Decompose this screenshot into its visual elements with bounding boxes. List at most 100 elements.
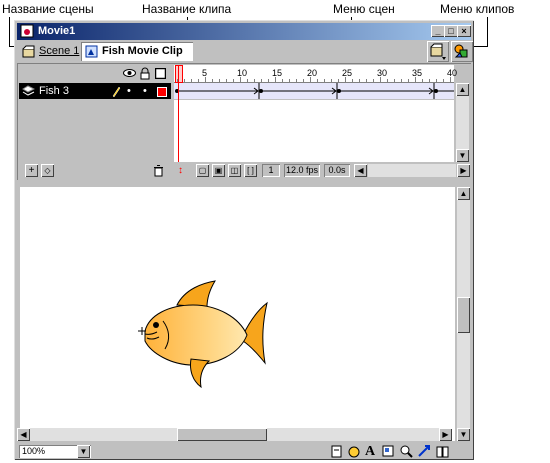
edit-multiple-button[interactable]: ◫ (228, 164, 241, 177)
layer-panel-footer: + ◇ (19, 163, 171, 179)
ruler-tick-label: 30 (377, 68, 388, 78)
ruler-tick-mark (324, 79, 325, 82)
ruler-tick-mark (387, 79, 388, 82)
stage-scroll-down[interactable]: ▼ (457, 428, 470, 441)
fill-panel-icon[interactable] (347, 444, 362, 459)
timeline-scroll-left[interactable]: ◀ (354, 164, 367, 177)
scene-name-leader (9, 17, 10, 47)
ruler-tick-label: 25 (342, 68, 353, 78)
ruler-tick-mark (380, 77, 381, 82)
scene-name-label: Scene 1 (39, 45, 80, 57)
edit-scene-icon (430, 43, 446, 60)
ruler-tick-mark (331, 79, 332, 82)
eye-icon[interactable] (123, 68, 136, 78)
zoom-select[interactable]: 100% ▼ (19, 445, 91, 458)
ruler-tick-mark (198, 79, 199, 82)
library-icon[interactable] (435, 444, 450, 459)
actions-panel-icon[interactable] (417, 444, 432, 459)
stage-hscroll-thumb[interactable] (177, 428, 267, 441)
fps-field: 12.0 fps (284, 164, 320, 177)
ruler-tick-mark (359, 79, 360, 82)
frame-ruler[interactable]: 5 10 15 20 25 30 35 40 (174, 65, 458, 83)
modify-onion-button[interactable]: [ ] (244, 164, 257, 177)
ruler-tick-mark (184, 79, 185, 82)
add-guide-layer-button[interactable]: ◇ (41, 164, 54, 177)
ruler-tick-mark (226, 79, 227, 82)
ruler-tick-mark (212, 79, 213, 82)
timeline-status: ↕ ▢ ▣ ◫ [ ] 1 12.0 fps 0.0s ◀ ▶ (174, 163, 470, 179)
clip-menu-leader-h (473, 46, 488, 47)
elapsed-time-field: 0.0s (324, 164, 350, 177)
ruler-tick-label: 35 (412, 68, 423, 78)
clip-menu-button[interactable] (451, 41, 473, 62)
frames-empty-area[interactable] (174, 65, 454, 162)
ruler-tick-mark (219, 79, 220, 82)
layer-header (19, 65, 171, 82)
ruler-tick-mark (275, 77, 276, 82)
center-frame-button[interactable]: ↕ (178, 164, 190, 177)
outline-icon[interactable] (155, 68, 166, 79)
stage-scroll-thumb[interactable] (457, 297, 470, 333)
ruler-tick-mark (373, 79, 374, 82)
tab-movie-clip[interactable]: Fish Movie Clip (81, 42, 193, 61)
minimize-button[interactable]: _ (431, 25, 445, 37)
onion-skin-button[interactable]: ▢ (196, 164, 209, 177)
timeline-vscroll[interactable]: ▲ ▼ (456, 83, 469, 162)
character-panel-icon[interactable]: A (365, 444, 380, 459)
onion-outline-button[interactable]: ▣ (212, 164, 225, 177)
timeline-scroll-right[interactable]: ▶ (457, 164, 470, 177)
ruler-tick-mark (282, 79, 283, 82)
movie-explorer-icon[interactable] (399, 444, 414, 459)
pencil-icon (112, 86, 121, 97)
lock-dot[interactable]: • (143, 85, 147, 97)
ruler-tick-mark (268, 79, 269, 82)
zoom-value: 100% (22, 446, 46, 456)
ruler-tick-mark (233, 79, 234, 82)
ruler-tick-mark (338, 79, 339, 82)
layer-row[interactable]: Fish 3 • • (19, 83, 171, 99)
edit-bar: Scene 1 Fish Movie Clip (17, 41, 473, 63)
scroll-up-button[interactable]: ▲ (456, 83, 469, 96)
ruler-tick-mark (436, 79, 437, 82)
insert-layer-button[interactable]: + (25, 164, 38, 177)
frames-row[interactable] (174, 83, 454, 99)
zoom-dropdown-button[interactable]: ▼ (77, 445, 90, 458)
stage-scroll-right[interactable]: ▶ (439, 428, 452, 441)
ruler-tick-mark (205, 77, 206, 82)
stage-canvas[interactable] (20, 187, 455, 441)
ruler-tick-mark (408, 79, 409, 82)
ruler-tick-mark (317, 79, 318, 82)
trash-icon[interactable] (153, 165, 164, 177)
ruler-tick-label: 10 (237, 68, 248, 78)
timeline-hscroll-track[interactable] (368, 164, 456, 177)
ruler-tick-mark (443, 79, 444, 82)
lock-icon[interactable] (140, 67, 150, 80)
scene-menu-callout: Меню сцен (333, 2, 395, 16)
instance-panel-icon[interactable] (381, 444, 396, 459)
ruler-tick-mark (296, 79, 297, 82)
stage-scroll-left[interactable]: ◀ (17, 428, 30, 441)
close-button[interactable]: × (457, 25, 471, 37)
tween-track (175, 83, 454, 99)
stage-vscroll[interactable]: ▲ ▼ (457, 187, 470, 441)
ruler-tick-mark (401, 79, 402, 82)
current-frame-field: 1 (262, 164, 280, 177)
stage-area: ▲ ▼ (17, 184, 471, 444)
title-bar[interactable]: Movie1 _ □ × (17, 23, 471, 40)
scroll-down-button[interactable]: ▼ (456, 149, 469, 162)
stage-hscroll[interactable]: ◀ ▶ (17, 428, 452, 441)
visibility-dot[interactable]: • (127, 85, 131, 97)
maximize-button[interactable]: □ (444, 25, 458, 37)
info-panel-icon[interactable] (329, 444, 344, 459)
tab-scene[interactable]: Scene 1 (18, 42, 80, 61)
fish-graphic[interactable] (135, 279, 275, 391)
scene-name-callout: Название сцены (2, 2, 94, 16)
ruler-tick-mark (261, 79, 262, 82)
ruler-tick-mark (247, 79, 248, 82)
scene-menu-button[interactable] (427, 41, 449, 62)
timeline-panel: Fish 3 • • 5 10 15 20 25 30 35 40 ▲ ▼ + … (17, 63, 471, 180)
layer-color-swatch[interactable] (157, 87, 167, 97)
stage-scroll-up[interactable]: ▲ (457, 187, 470, 200)
movie-clip-icon (85, 45, 98, 58)
ruler-tick-label: 40 (447, 68, 458, 78)
